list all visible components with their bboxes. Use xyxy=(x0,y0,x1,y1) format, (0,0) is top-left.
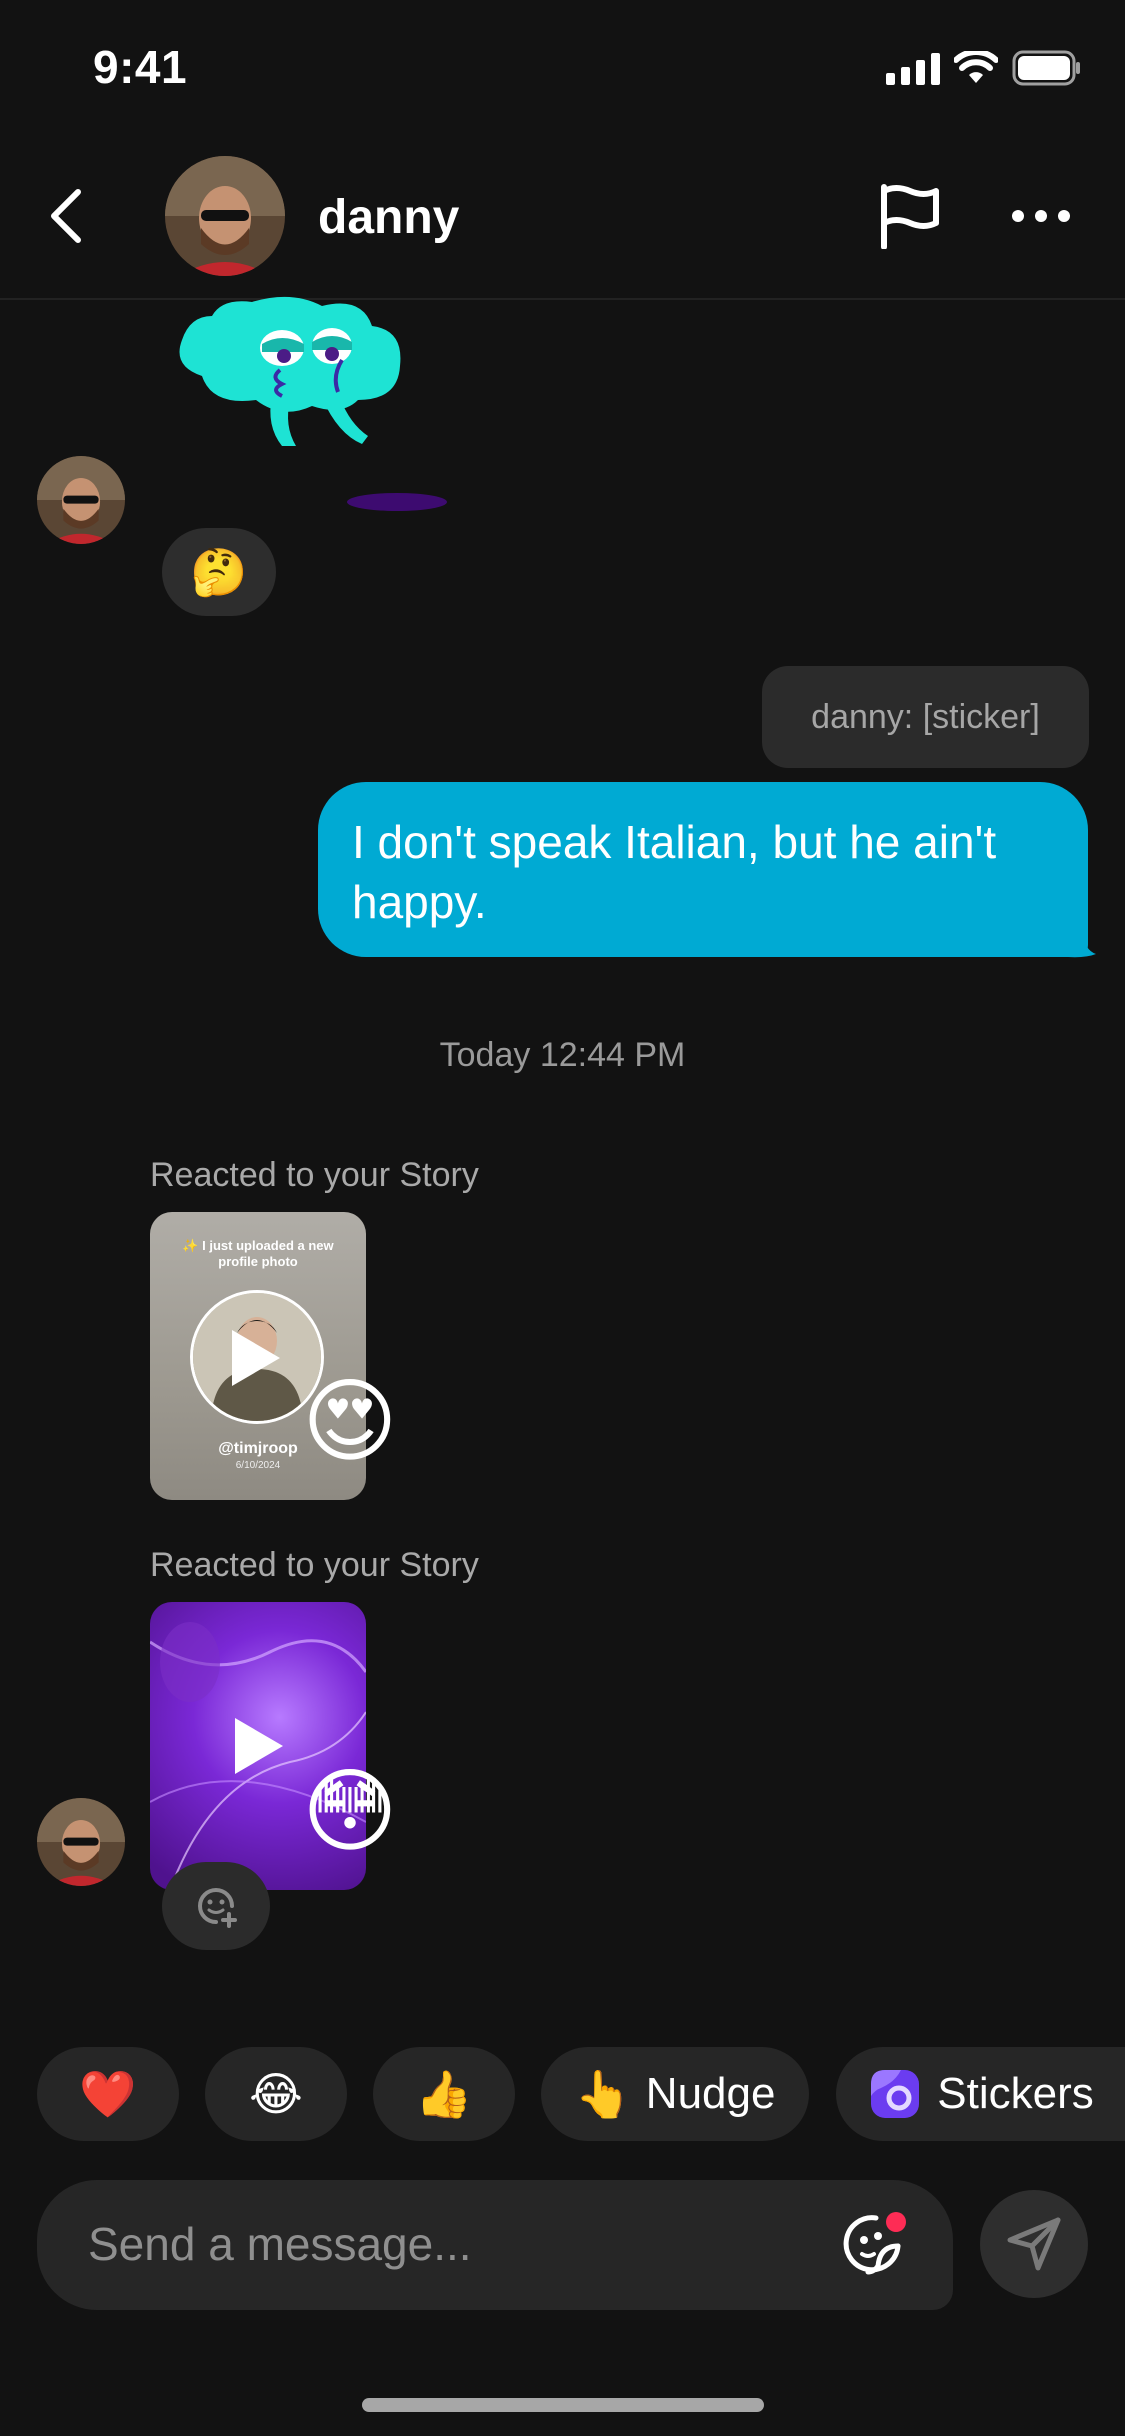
sticker-face-icon[interactable] xyxy=(840,2210,910,2280)
flag-icon[interactable] xyxy=(878,183,942,249)
stickers-icon xyxy=(871,2070,920,2118)
heart-emoji: ❤️ xyxy=(79,2067,137,2120)
story-reaction-label: Reacted to your Story xyxy=(150,1546,479,1584)
thumbs-up-emoji: 👍 xyxy=(415,2067,473,2120)
nudge-button[interactable]: 👆 Nudge xyxy=(541,2047,809,2141)
notification-badge xyxy=(886,2212,906,2232)
add-reaction-button[interactable] xyxy=(162,1862,270,1950)
message-input[interactable] xyxy=(88,2212,788,2276)
story-reaction-label: Reacted to your Story xyxy=(150,1156,479,1194)
stickers-label: Stickers xyxy=(937,2069,1094,2118)
back-icon[interactable] xyxy=(46,188,86,244)
bubble-tail xyxy=(1068,930,1096,958)
battery-icon xyxy=(1012,50,1080,86)
reaction-pill[interactable]: 🤔 xyxy=(162,528,276,616)
header-divider xyxy=(0,298,1125,300)
timestamp: Today 12:44 PM xyxy=(439,1036,686,1074)
nudge-emoji: 👆 xyxy=(574,2067,632,2120)
nudge-label: Nudge xyxy=(645,2069,776,2118)
quoted-text: danny: [sticker] xyxy=(811,697,1040,736)
quick-reaction-thumbs-up[interactable]: 👍 xyxy=(373,2047,515,2141)
sender-avatar[interactable] xyxy=(37,456,125,544)
status-icons xyxy=(886,50,1082,86)
sender-avatar[interactable] xyxy=(37,1798,125,1886)
quick-reaction-heart[interactable]: ❤️ xyxy=(37,2047,179,2141)
more-icon[interactable] xyxy=(1010,206,1072,226)
send-button[interactable] xyxy=(980,2190,1088,2298)
contact-name[interactable]: danny xyxy=(318,190,459,245)
home-indicator xyxy=(362,2398,764,2412)
story-caption: ✨ I just uploaded a new profile photo xyxy=(182,1238,334,1269)
quick-reaction-laugh[interactable]: 😂 xyxy=(205,2047,347,2141)
wifi-icon xyxy=(954,51,998,83)
play-icon xyxy=(235,1718,283,1774)
stickers-button[interactable]: Stickers xyxy=(836,2047,1125,2141)
send-icon xyxy=(1007,2217,1061,2271)
my-message-bubble[interactable]: I don't speak Italian, but he ain't happ… xyxy=(318,782,1088,957)
flushed-emoji: 😳 xyxy=(302,1761,398,1863)
sticker-add-icon xyxy=(198,1888,237,1928)
my-message-text: I don't speak Italian, but he ain't happ… xyxy=(352,816,997,928)
laugh-emoji: 😂 xyxy=(249,2068,303,2120)
thinking-emoji: 🤔 xyxy=(190,545,248,598)
sticker-message[interactable] xyxy=(172,296,472,516)
avatar[interactable] xyxy=(165,156,285,276)
play-icon xyxy=(232,1330,280,1386)
quoted-message[interactable]: danny: [sticker] xyxy=(762,666,1089,768)
heart-eyes-emoji: 😍 xyxy=(302,1371,398,1473)
signal-icon xyxy=(886,51,940,85)
status-time: 9:41 xyxy=(93,41,188,93)
